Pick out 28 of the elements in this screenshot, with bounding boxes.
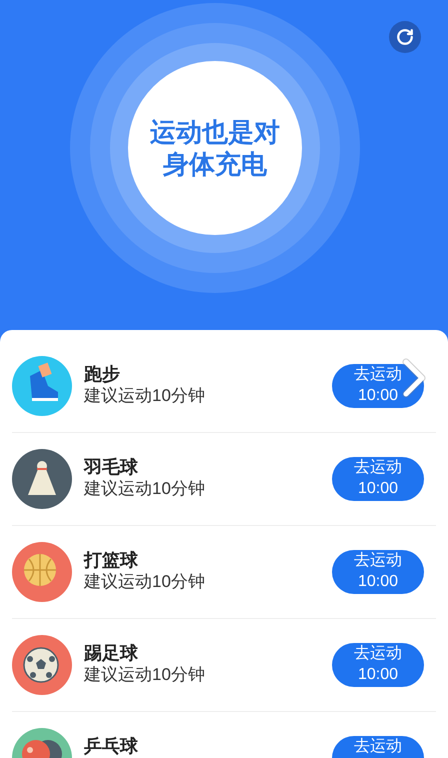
sport-row[interactable]: 乒乓球 去运动: [12, 712, 436, 758]
start-button[interactable]: 去运动 10:00: [332, 643, 424, 687]
start-button[interactable]: 去运动 10:00: [332, 457, 424, 501]
sport-row[interactable]: 羽毛球 建议运动10分钟 去运动 10:00: [12, 433, 436, 526]
sport-name: 乒乓球: [84, 736, 139, 756]
basketball-icon: [12, 542, 72, 602]
start-button[interactable]: 去运动: [332, 736, 424, 758]
sport-hint: 建议运动10分钟: [84, 664, 206, 686]
soccer-ball-icon: [12, 635, 72, 695]
sport-row[interactable]: 打篮球 建议运动10分钟 去运动 10:00: [12, 526, 436, 619]
sport-name: 打篮球: [84, 550, 139, 570]
sport-hint: 建议运动10分钟: [84, 478, 206, 500]
sport-row[interactable]: 跑步 建议运动10分钟 去运动 10:00: [12, 340, 436, 433]
refresh-icon: [396, 28, 414, 46]
sport-row[interactable]: 踢足球 建议运动10分钟 去运动 10:00: [12, 619, 436, 712]
start-button[interactable]: 去运动 10:00: [332, 364, 424, 408]
start-button[interactable]: 去运动 10:00: [332, 550, 424, 594]
slogan-text: 运动也是对: [150, 116, 280, 148]
shuttlecock-icon: [12, 449, 72, 509]
sport-name: 踢足球: [84, 643, 139, 663]
sport-hint: 建议运动10分钟: [84, 385, 206, 407]
sneaker-icon: [12, 356, 72, 416]
chevron-right-icon[interactable]: [400, 358, 428, 398]
sport-name: 羽毛球: [84, 457, 139, 477]
slogan-text: 身体充电: [163, 148, 267, 180]
sport-hint: 建议运动10分钟: [84, 571, 206, 593]
refresh-button[interactable]: [389, 21, 421, 53]
sport-name: 跑步: [84, 364, 121, 384]
